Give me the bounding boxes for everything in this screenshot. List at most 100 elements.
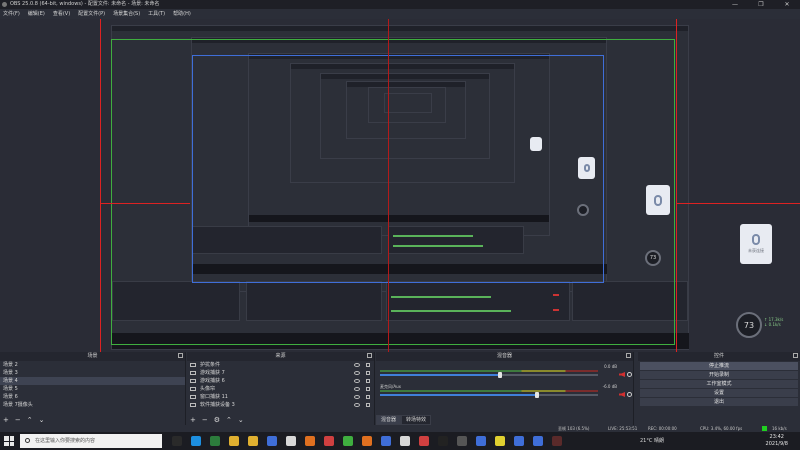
edge-icon[interactable] <box>191 436 201 446</box>
mixer-header: 混音器 <box>376 352 633 361</box>
move-down-button[interactable]: ⌄ <box>39 416 45 425</box>
move-up-button[interactable]: ⌃ <box>27 416 33 425</box>
app-icon[interactable] <box>400 436 410 446</box>
lock-icon[interactable] <box>366 395 370 399</box>
menu-profile[interactable]: 配置文件(P) <box>78 9 105 19</box>
status-bar: 丢帧 103 (6.5%) LIVE: 25:53:51 REC: 00:00:… <box>0 425 800 432</box>
app-icon[interactable] <box>552 436 562 446</box>
scene-item[interactable]: 场景 3 <box>0 369 185 377</box>
gear-icon[interactable] <box>627 372 632 377</box>
app-icon[interactable] <box>362 436 372 446</box>
exit-button[interactable]: 退出 <box>640 398 798 406</box>
eye-icon[interactable] <box>354 387 360 391</box>
app-icon[interactable] <box>324 436 334 446</box>
source-item[interactable]: 护扰条件 <box>187 361 374 369</box>
source-properties-gear-icon[interactable]: ⚙ <box>214 416 220 425</box>
app-icon[interactable] <box>305 436 315 446</box>
menu-scene-collection[interactable]: 场景集合(S) <box>113 9 140 19</box>
tab-transitions[interactable]: 转场特效 <box>401 415 432 425</box>
app-icon[interactable] <box>438 436 448 446</box>
eye-icon[interactable] <box>354 371 360 375</box>
add-source-button[interactable]: + <box>190 416 196 425</box>
speaker-muted-icon[interactable] <box>619 372 625 377</box>
scene-item[interactable]: 场景 6 <box>0 393 185 401</box>
settings-icon[interactable] <box>286 436 296 446</box>
app-icon[interactable] <box>476 436 486 446</box>
bitrate: 16 kb/s <box>772 426 787 431</box>
eye-icon[interactable] <box>354 403 360 407</box>
source-item[interactable]: 软件捕获设备 3 <box>187 401 374 409</box>
settings-button[interactable]: 设置 <box>640 389 798 397</box>
menu-help[interactable]: 帮助(H) <box>173 9 191 19</box>
remove-scene-button[interactable]: − <box>15 416 21 425</box>
tab-mixer[interactable]: 混音器 <box>376 415 402 425</box>
maximize-button[interactable]: ❐ <box>748 0 774 9</box>
source-item[interactable]: 游戏捕获 6 <box>187 377 374 385</box>
remove-source-button[interactable]: − <box>202 416 208 425</box>
lock-icon[interactable] <box>366 387 370 391</box>
minimize-button[interactable]: — <box>722 0 748 9</box>
controls-dock: 控件 停止推流 开始录制 工作室模式 设置 退出 <box>638 352 800 425</box>
scene-item[interactable]: 场景 7摄像头 <box>0 401 185 409</box>
eye-icon[interactable] <box>354 395 360 399</box>
undock-icon[interactable] <box>793 353 798 358</box>
studio-mode-button[interactable]: 工作室模式 <box>640 380 798 388</box>
lock-icon[interactable] <box>366 363 370 367</box>
obs-logo-icon <box>2 2 7 7</box>
taskbar-search-input[interactable]: 在这里输入你要搜索的内容 <box>20 434 162 448</box>
add-scene-button[interactable]: + <box>3 416 9 425</box>
scene-item-selected[interactable]: 场景 4 <box>0 377 185 385</box>
gear-icon[interactable] <box>627 392 632 397</box>
lock-icon[interactable] <box>366 379 370 383</box>
volume-fader[interactable] <box>380 372 598 378</box>
app-icon[interactable] <box>419 436 429 446</box>
scenes-dock: 场景 场景 2 场景 3 场景 4 场景 5 场景 6 场景 7摄像头 + − … <box>0 352 186 425</box>
volume-fader[interactable] <box>380 392 598 398</box>
app-icon[interactable] <box>381 436 391 446</box>
scene-item[interactable]: 场景 5 <box>0 385 185 393</box>
chrome-icon[interactable] <box>210 436 220 446</box>
eye-icon[interactable] <box>354 363 360 367</box>
mail-icon[interactable] <box>267 436 277 446</box>
menu-file[interactable]: 文件(F) <box>3 9 20 19</box>
move-down-button[interactable]: ⌄ <box>238 416 244 425</box>
speaker-muted-icon[interactable] <box>619 392 625 397</box>
move-up-button[interactable]: ⌃ <box>226 416 232 425</box>
app-icon[interactable] <box>495 436 505 446</box>
app-icon[interactable] <box>343 436 353 446</box>
source-type-icon <box>190 363 196 367</box>
source-item[interactable]: 窗口捕获 11 <box>187 393 374 401</box>
stop-streaming-button[interactable]: 停止推流 <box>640 362 798 370</box>
source-item[interactable]: 游戏捕获 7 <box>187 369 374 377</box>
app-icon[interactable] <box>533 436 543 446</box>
task-view-icon[interactable] <box>172 436 182 446</box>
network-speed-ring: 73 <box>736 312 762 338</box>
lock-icon[interactable] <box>366 403 370 407</box>
source-type-icon <box>190 379 196 383</box>
channel-db: 0.0 dB <box>604 364 617 369</box>
undock-icon[interactable] <box>178 353 183 358</box>
obs-icon[interactable] <box>457 436 467 446</box>
menu-view[interactable]: 查看(V) <box>53 9 70 19</box>
store-icon[interactable] <box>248 436 258 446</box>
close-button[interactable]: ✕ <box>774 0 800 9</box>
menu-tools[interactable]: 工具(T) <box>148 9 165 19</box>
microphone-icon <box>752 234 760 245</box>
undock-icon[interactable] <box>626 353 631 358</box>
right-horizontal-guide <box>676 203 800 204</box>
fader-handle[interactable] <box>497 372 502 378</box>
scene-item[interactable]: 场景 2 <box>0 361 185 369</box>
menu-edit[interactable]: 编辑(E) <box>28 9 45 19</box>
undock-icon[interactable] <box>367 353 372 358</box>
weather-widget[interactable]: 21°C 晴朗 <box>640 432 664 450</box>
eye-icon[interactable] <box>354 379 360 383</box>
source-item[interactable]: 头像帘 <box>187 385 374 393</box>
fader-handle[interactable] <box>534 392 539 398</box>
taskbar-clock[interactable]: 23:42 2021/9/8 <box>766 434 788 448</box>
preview-canvas[interactable]: 未获连接 73 ↑ 17.3k/s ↓ 0.1k/s 73 <box>0 19 800 352</box>
file-explorer-icon[interactable] <box>229 436 239 446</box>
windows-start-icon[interactable] <box>4 436 14 446</box>
start-recording-button[interactable]: 开始录制 <box>640 371 798 379</box>
app-icon[interactable] <box>514 436 524 446</box>
lock-icon[interactable] <box>366 371 370 375</box>
